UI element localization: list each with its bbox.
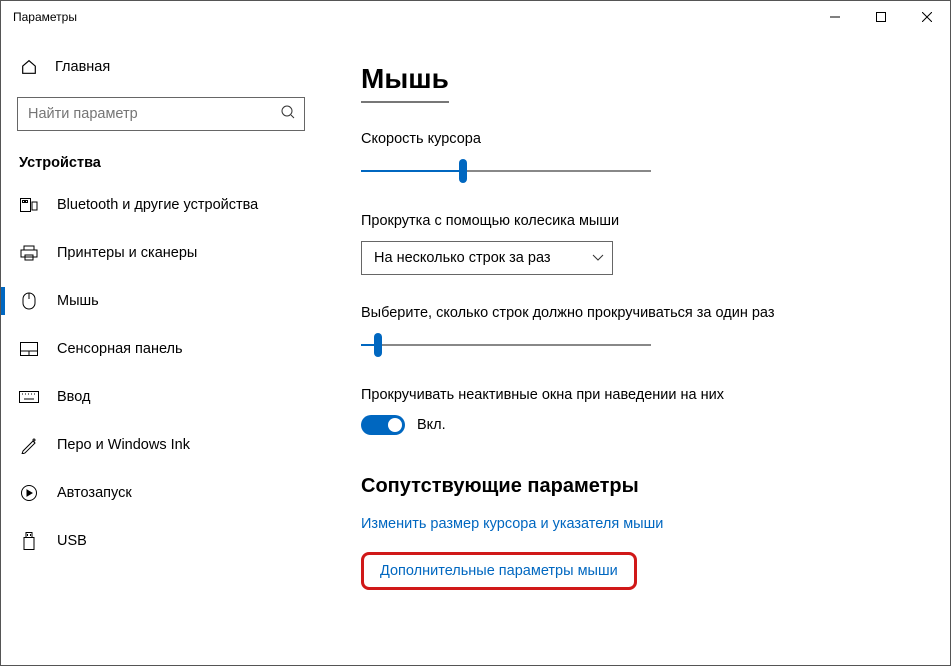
highlight-annotation: Дополнительные параметры мыши [361, 552, 637, 590]
search-icon [280, 104, 296, 125]
home-icon [19, 58, 39, 76]
nav-label: Ввод [57, 389, 90, 405]
inactive-scroll-block: Прокручивать неактивные окна при наведен… [361, 387, 950, 435]
window-title: Параметры [13, 10, 812, 24]
close-button[interactable] [904, 1, 950, 33]
pen-icon [19, 436, 39, 454]
home-nav[interactable]: Главная [1, 47, 321, 87]
section-header: Устройства [1, 131, 321, 181]
nav-touchpad[interactable]: Сенсорная панель [1, 325, 321, 373]
inactive-label: Прокручивать неактивные окна при наведен… [361, 387, 950, 403]
nav-autoplay[interactable]: Автозапуск [1, 469, 321, 517]
window-controls [812, 1, 950, 33]
search-input[interactable] [28, 106, 280, 122]
scroll-label: Прокрутка с помощью колесика мыши [361, 213, 950, 229]
toggle-state-label: Вкл. [417, 417, 446, 433]
nav-label: Перо и Windows Ink [57, 437, 190, 453]
inactive-toggle[interactable] [361, 415, 405, 435]
nav-pen[interactable]: Перо и Windows Ink [1, 421, 321, 469]
keyboard-icon [19, 391, 39, 403]
scroll-dropdown[interactable]: На несколько строк за раз [361, 241, 613, 275]
nav-bluetooth[interactable]: Bluetooth и другие устройства [1, 181, 321, 229]
scroll-wheel-block: Прокрутка с помощью колесика мыши На нес… [361, 213, 950, 275]
home-label: Главная [55, 59, 110, 75]
printer-icon [19, 245, 39, 261]
nav-mouse[interactable]: Мышь [1, 277, 321, 325]
nav-printers[interactable]: Принтеры и сканеры [1, 229, 321, 277]
minimize-button[interactable] [812, 1, 858, 33]
nav-label: Мышь [57, 293, 99, 309]
search-box[interactable] [17, 97, 305, 131]
usb-icon [19, 532, 39, 550]
lines-block: Выберите, сколько строк должно прокручив… [361, 305, 950, 357]
mouse-icon [19, 292, 39, 310]
additional-mouse-link[interactable]: Дополнительные параметры мыши [380, 563, 618, 579]
lines-slider[interactable] [361, 333, 651, 357]
lines-label: Выберите, сколько строк должно прокручив… [361, 305, 950, 321]
sidebar: Главная Устройства Bluetooth и другие ус… [1, 33, 321, 665]
cursor-speed-label: Скорость курсора [361, 131, 950, 147]
related-heading: Сопутствующие параметры [361, 475, 950, 498]
maximize-button[interactable] [858, 1, 904, 33]
nav-label: Bluetooth и другие устройства [57, 197, 258, 213]
touchpad-icon [19, 342, 39, 356]
devices-icon [19, 198, 39, 212]
nav-label: USB [57, 533, 87, 549]
autoplay-icon [19, 484, 39, 502]
content-area: Мышь Скорость курсора Прокрутка с помощь… [321, 33, 950, 665]
nav-label: Автозапуск [57, 485, 132, 501]
page-title: Мышь [361, 63, 449, 103]
cursor-size-link[interactable]: Изменить размер курсора и указателя мыши [361, 516, 950, 532]
nav-label: Сенсорная панель [57, 341, 183, 357]
nav-typing[interactable]: Ввод [1, 373, 321, 421]
titlebar: Параметры [1, 1, 950, 33]
nav-usb[interactable]: USB [1, 517, 321, 565]
cursor-speed-slider[interactable] [361, 159, 651, 183]
nav-label: Принтеры и сканеры [57, 245, 197, 261]
dropdown-value: На несколько строк за раз [374, 250, 551, 266]
chevron-down-icon [592, 250, 604, 266]
cursor-speed-block: Скорость курсора [361, 131, 950, 183]
